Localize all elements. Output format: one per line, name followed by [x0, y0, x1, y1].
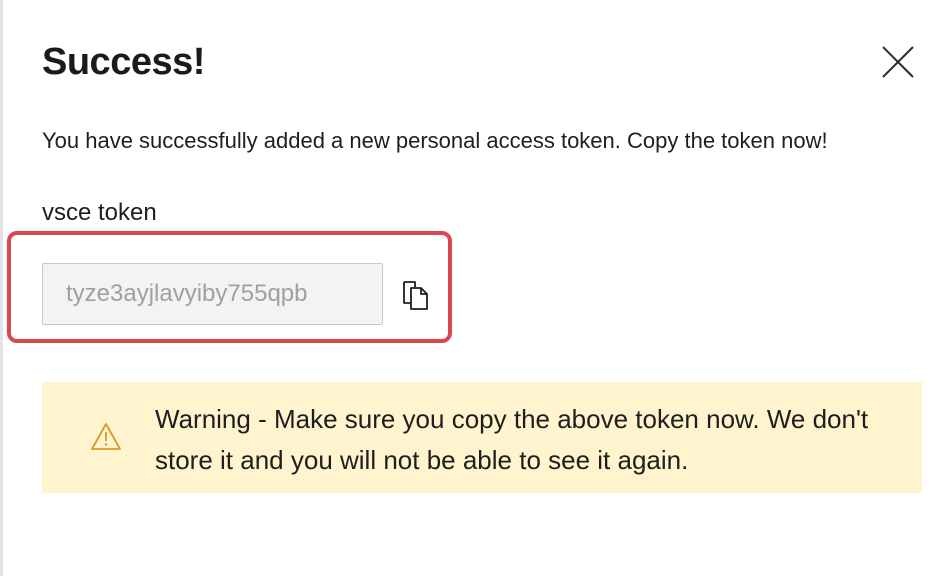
warning-banner: Warning - Make sure you copy the above t…	[42, 382, 922, 493]
success-message: You have successfully added a new person…	[42, 128, 828, 153]
success-dialog: Success! You have successfully added a n…	[0, 0, 952, 576]
warning-icon	[91, 423, 121, 450]
token-name-label: vsce token	[42, 199, 157, 226]
copy-token-button[interactable]	[398, 276, 434, 314]
close-icon	[882, 46, 914, 78]
copy-icon	[403, 281, 428, 310]
dialog-title: Success!	[42, 41, 205, 83]
token-value-field[interactable]	[42, 263, 383, 325]
close-button[interactable]	[874, 38, 922, 86]
warning-text: Warning - Make sure you copy the above t…	[155, 404, 869, 475]
panel-edge	[0, 0, 3, 576]
